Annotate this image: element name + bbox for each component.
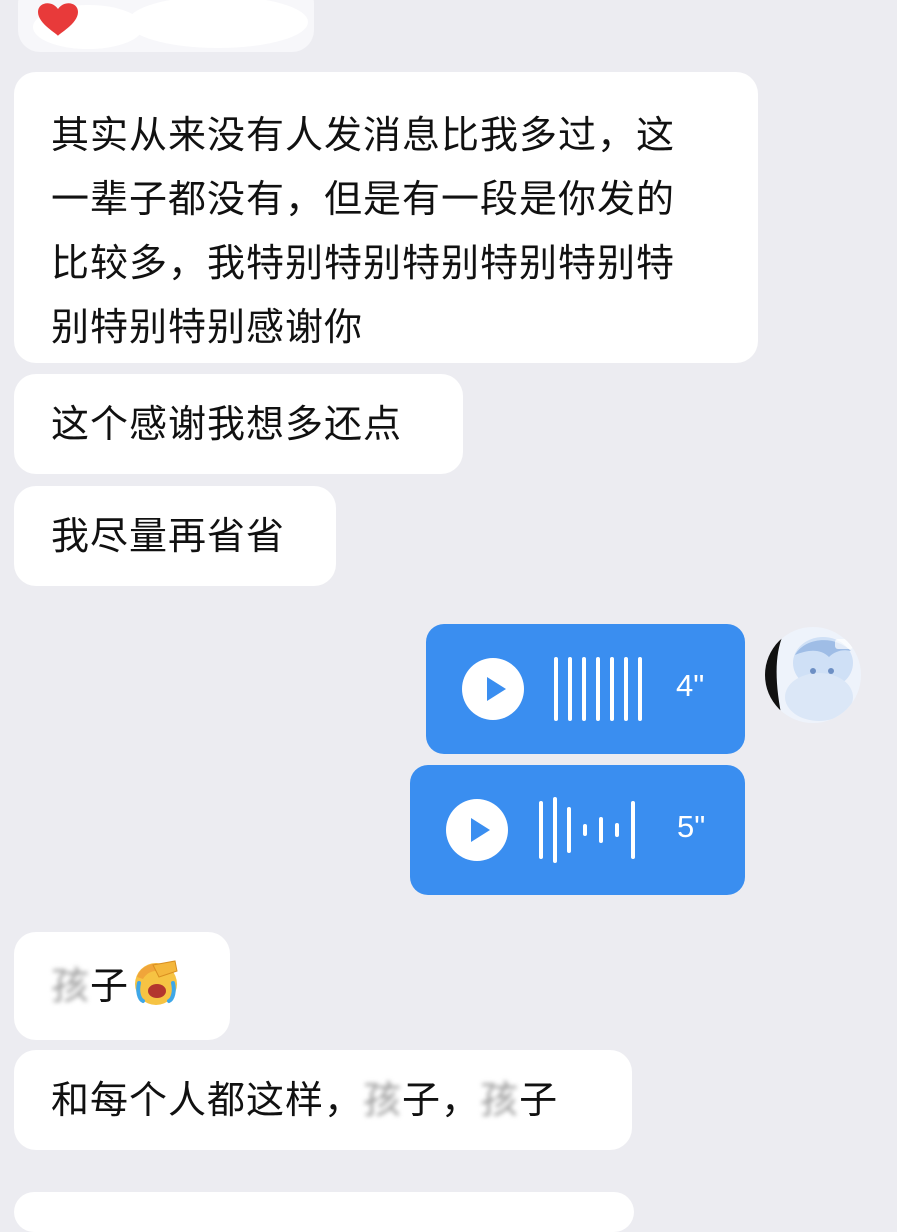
previous-message-partial (18, 0, 318, 56)
play-icon[interactable] (462, 658, 524, 720)
avatar[interactable] (765, 627, 861, 723)
voice-message-bubble[interactable]: 5" (410, 765, 745, 895)
incoming-message-bubble[interactable]: 其实从来没有人发消息比我多过，这 一辈子都没有，但是有一段是你发的 比较多，我特… (14, 72, 758, 363)
obscured-text: 孩 (363, 1078, 403, 1122)
heart-icon (18, 0, 314, 52)
text-fragment: 和每个人都这样， (51, 1078, 364, 1122)
message-text: 我尽量再省省 (51, 514, 286, 558)
voice-duration: 5" (677, 809, 706, 844)
obscured-text: 孩 (480, 1078, 520, 1122)
text-fragment: 子 (519, 1078, 559, 1122)
incoming-message-bubble[interactable]: 我尽量再省省 (14, 486, 336, 586)
message-text: 和每个人都这样，孩子，孩子 (51, 1068, 622, 1132)
avatar-image (765, 627, 861, 723)
waveform-icon (539, 797, 635, 863)
voice-duration: 4" (676, 668, 705, 703)
voice-message-bubble[interactable]: 4" (426, 624, 745, 754)
incoming-message-bubble[interactable]: 孩子 (14, 932, 230, 1040)
face-palm-crying-emoji (135, 960, 178, 1005)
incoming-message-bubble[interactable]: 和每个人都这样，孩子，孩子 (14, 1050, 632, 1150)
message-text: 其实从来没有人发消息比我多过，这 一辈子都没有，但是有一段是你发的 比较多，我特… (51, 113, 676, 349)
next-message-partial (14, 1192, 634, 1232)
text-fragment: 子 (90, 964, 130, 1008)
message-text: 这个感谢我想多还点 (51, 402, 403, 446)
text-fragment: 子， (402, 1078, 481, 1122)
waveform-icon (554, 657, 642, 721)
play-icon[interactable] (446, 799, 508, 861)
message-text: 孩子 (51, 954, 220, 1018)
incoming-message-bubble[interactable]: 这个感谢我想多还点 (14, 374, 463, 474)
obscured-text: 孩 (51, 964, 91, 1008)
